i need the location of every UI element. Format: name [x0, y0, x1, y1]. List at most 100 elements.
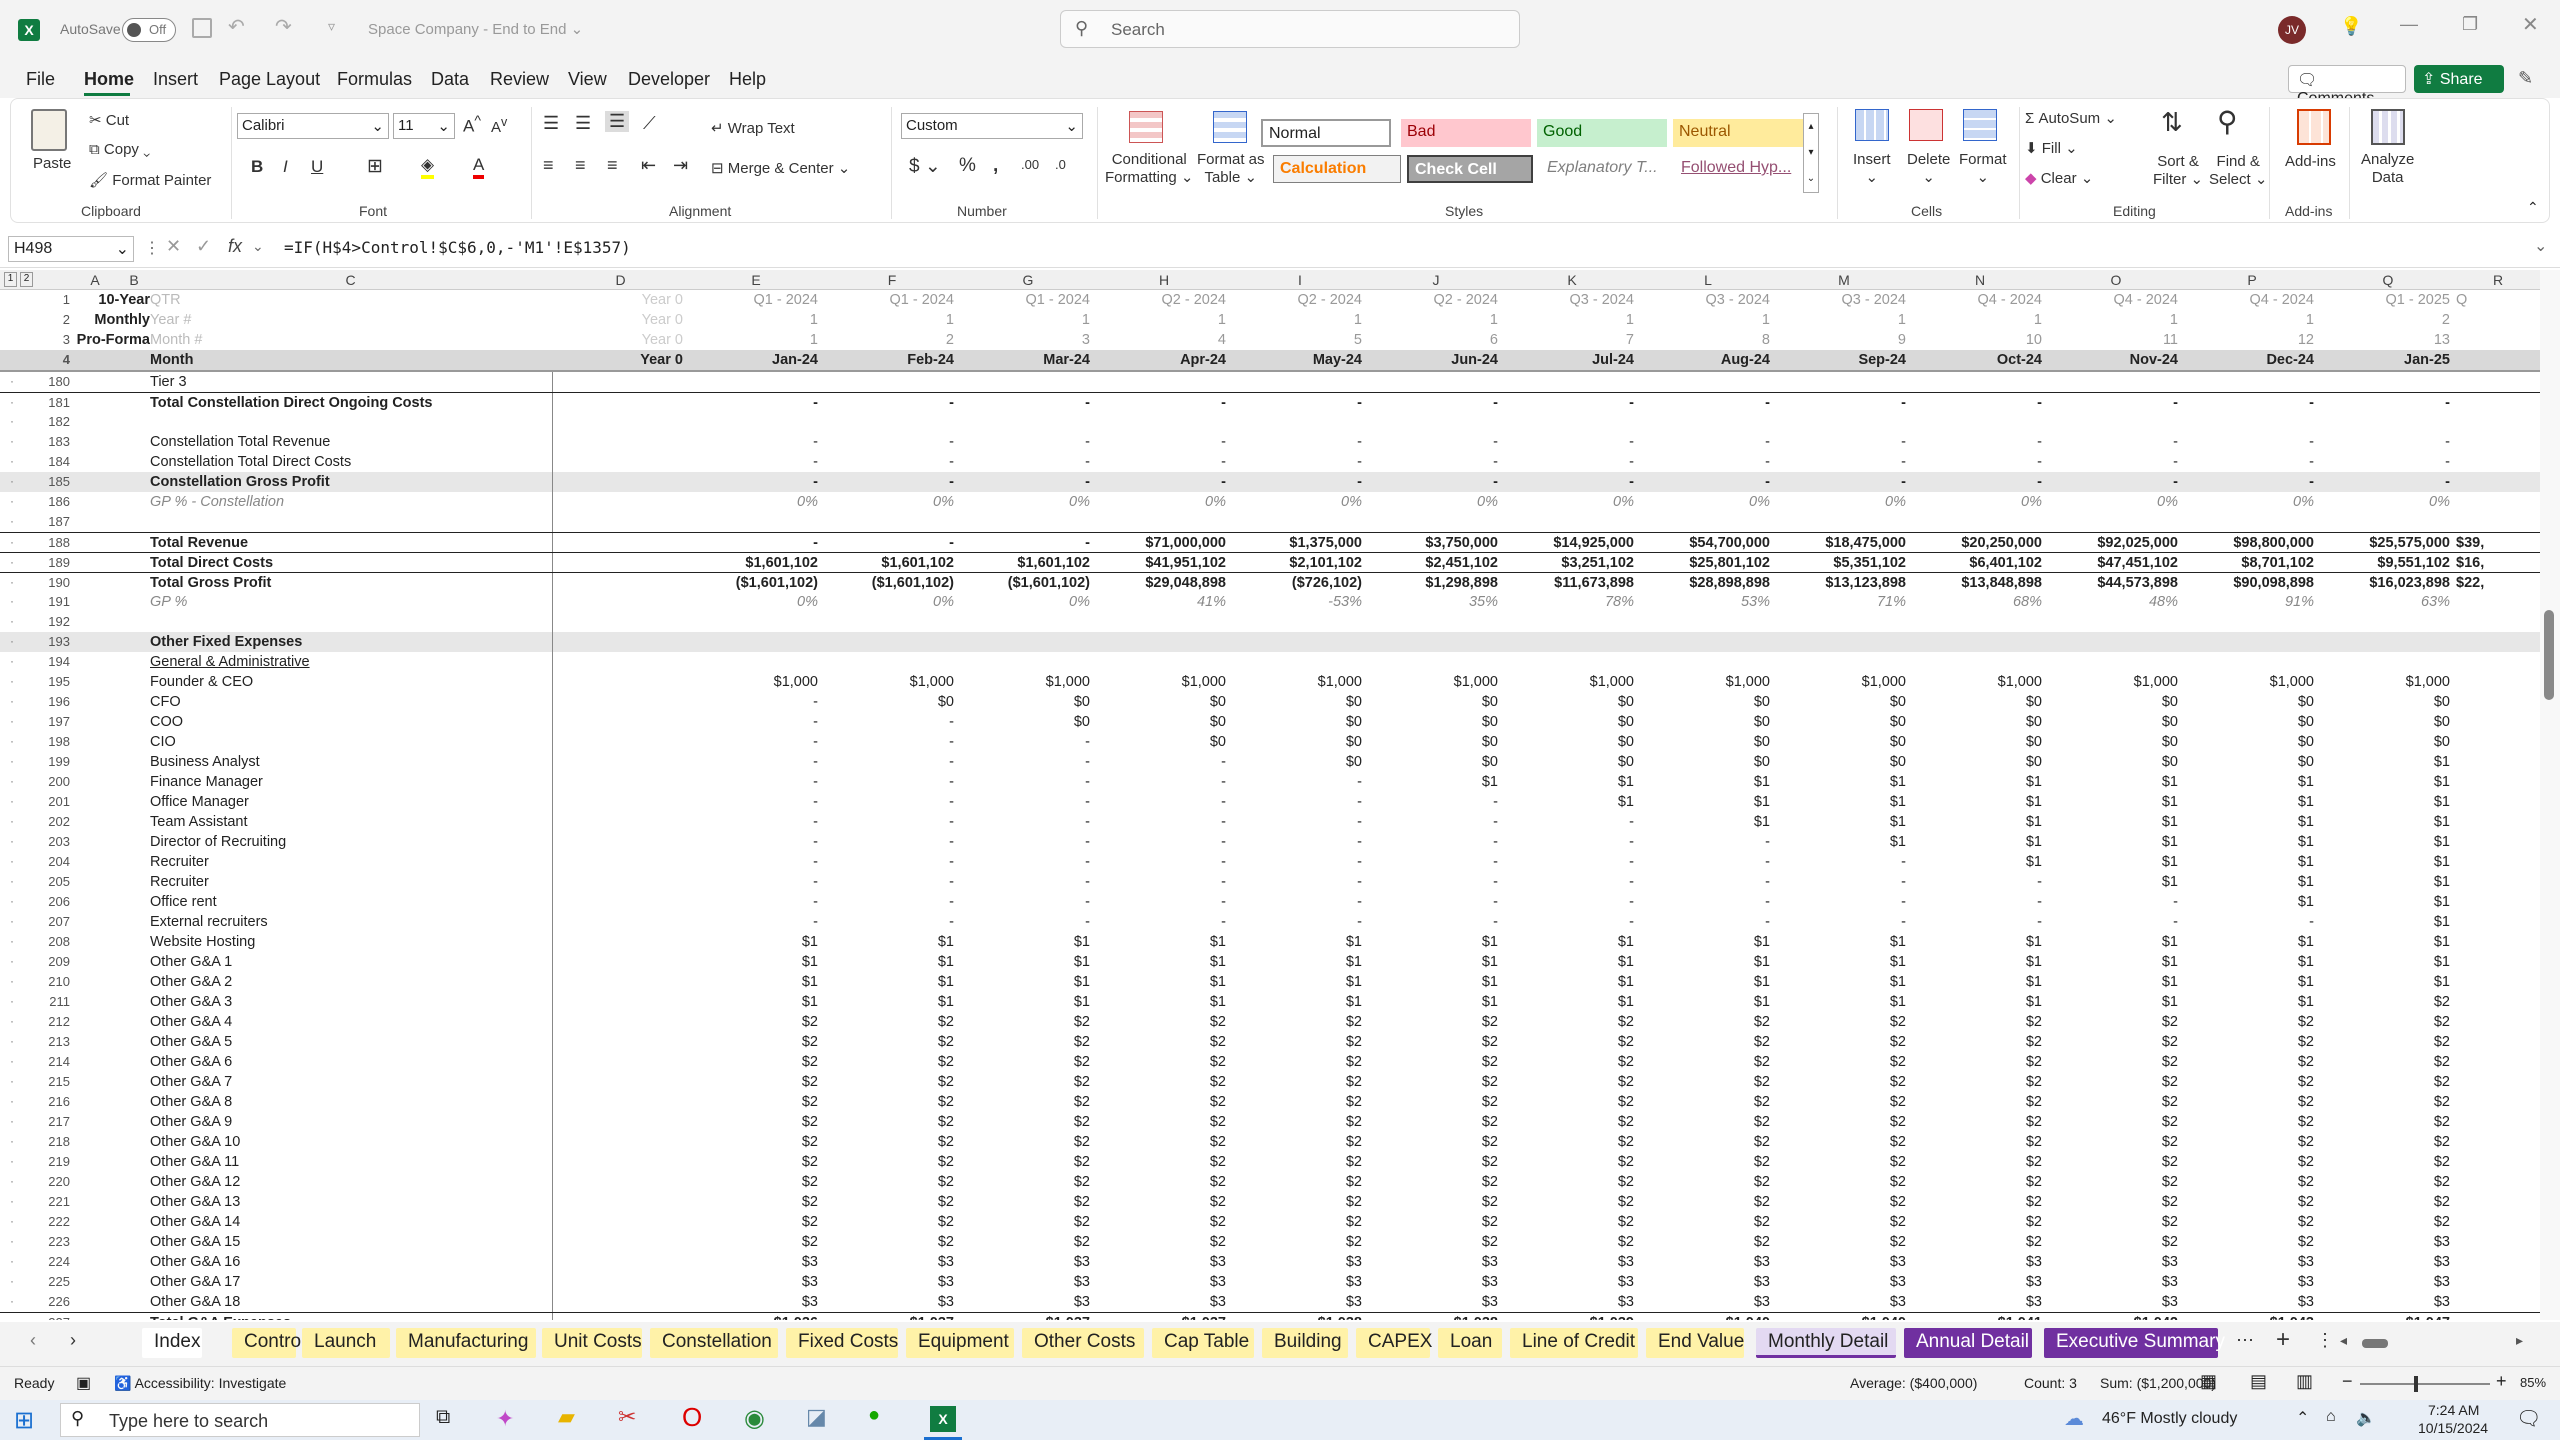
value-cell[interactable]: $1 [1096, 934, 1226, 950]
value-cell[interactable]: $1 [1232, 974, 1362, 990]
value-cell[interactable]: - [824, 854, 954, 870]
outline-marker[interactable]: · [10, 575, 14, 589]
value-cell[interactable]: 0% [688, 494, 818, 510]
value-cell[interactable]: - [1368, 874, 1498, 890]
value-cell[interactable]: - [2320, 395, 2450, 411]
value-cell[interactable]: $3 [1912, 1294, 2042, 1310]
value-cell[interactable]: - [1096, 814, 1226, 830]
row-label-cell[interactable]: Total Direct Costs [150, 555, 550, 571]
value-cell[interactable]: - [824, 874, 954, 890]
sheet-tab[interactable]: Control [232, 1328, 305, 1358]
row-number[interactable]: 213 [30, 1034, 70, 1049]
value-cell[interactable]: $2 [1504, 1214, 1634, 1230]
row-label-cell[interactable]: Other G&A 12 [150, 1174, 550, 1190]
value-cell[interactable]: $1 [2320, 774, 2450, 790]
value-cell[interactable]: - [824, 535, 954, 551]
value-cell[interactable]: $2 [1096, 1074, 1226, 1090]
row-label-cell[interactable]: Other G&A 16 [150, 1254, 550, 1270]
outline-marker[interactable]: · [10, 1074, 14, 1088]
row-label-cell[interactable]: Constellation Gross Profit [150, 474, 550, 490]
value-cell[interactable]: - [1504, 474, 1634, 490]
row-number[interactable]: 180 [30, 374, 70, 389]
row-number[interactable]: 193 [30, 634, 70, 649]
row-label-cell[interactable]: Other G&A 4 [150, 1014, 550, 1030]
value-cell[interactable]: $1 [1640, 954, 1770, 970]
value-cell[interactable]: $3 [688, 1274, 818, 1290]
value-cell[interactable]: - [1504, 434, 1634, 450]
value-cell[interactable]: $1,000 [1912, 674, 2042, 690]
value-cell[interactable]: $2 [1232, 1174, 1362, 1190]
merge-center-button[interactable]: ⊟ Merge & Center ⌄ [711, 159, 850, 177]
header-value-cell[interactable]: 7 [1504, 332, 1634, 348]
value-cell[interactable]: - [1232, 894, 1362, 910]
header-value-cell[interactable]: 11 [2048, 332, 2178, 348]
value-cell[interactable]: $2 [2184, 1154, 2314, 1170]
value-cell[interactable]: $1 [1640, 934, 1770, 950]
value-cell[interactable]: $1 [1776, 834, 1906, 850]
insert-function-icon[interactable]: fx [228, 236, 242, 257]
shrink-font-icon[interactable]: Av [491, 115, 507, 136]
value-cell[interactable]: $1 [1368, 934, 1498, 950]
value-cell[interactable]: $3 [1368, 1274, 1498, 1290]
value-cell[interactable]: $0 [2184, 694, 2314, 710]
value-cell[interactable]: $2 [824, 1094, 954, 1110]
font-color-icon[interactable]: A [473, 155, 485, 179]
header-value-cell[interactable]: 13 [2320, 332, 2450, 348]
scroll-thumb[interactable] [2544, 610, 2554, 700]
value-cell[interactable]: $2 [688, 1214, 818, 1230]
value-cell[interactable]: $1 [1368, 954, 1498, 970]
value-cell[interactable]: $1 [2048, 854, 2178, 870]
value-cell[interactable]: - [1368, 914, 1498, 930]
column-header-j[interactable]: J [1368, 272, 1504, 292]
header-value-cell[interactable]: Aug-24 [1640, 352, 1770, 368]
value-cell[interactable]: $1,036 [688, 1315, 818, 1320]
value-cell[interactable]: $2 [688, 1234, 818, 1250]
value-cell[interactable]: $2 [2048, 1234, 2178, 1250]
value-cell[interactable]: $1 [1776, 954, 1906, 970]
value-cell[interactable]: $2 [1096, 1034, 1226, 1050]
value-cell[interactable]: - [1504, 395, 1634, 411]
sheet-tab[interactable]: Index [142, 1328, 202, 1358]
sheet-tab[interactable]: Launch [302, 1328, 390, 1358]
outline-marker[interactable]: · [10, 834, 14, 848]
value-cell[interactable]: $2 [824, 1014, 954, 1030]
value-cell[interactable]: $2 [960, 1154, 1090, 1170]
taskbar-search[interactable]: ⚲ Type here to search [60, 1403, 420, 1437]
value-cell[interactable]: $2 [2048, 1154, 2178, 1170]
header-value-cell[interactable]: Q3 - 2024 [1640, 292, 1771, 308]
value-cell[interactable]: $1 [960, 994, 1090, 1010]
normal-view-icon[interactable]: ▦ [2200, 1371, 2217, 1392]
value-cell[interactable]: $1 [2184, 974, 2314, 990]
value-cell[interactable]: $1 [1640, 814, 1770, 830]
value-cell[interactable]: - [2048, 434, 2178, 450]
value-cell[interactable]: $13,123,898 [1776, 575, 1906, 591]
value-cell[interactable]: $2 [2320, 994, 2450, 1010]
currency-icon[interactable]: $ ⌄ [909, 155, 941, 178]
align-top-icon[interactable]: ☰ [543, 113, 559, 134]
menu-help[interactable]: Help [729, 69, 766, 90]
grow-font-icon[interactable]: A^ [463, 113, 481, 137]
value-cell[interactable]: $1 [2184, 994, 2314, 1010]
row-number[interactable]: 207 [30, 914, 70, 929]
sheet-tab[interactable]: Building [1262, 1328, 1348, 1358]
value-cell[interactable]: $3 [1776, 1254, 1906, 1270]
row-label-cell[interactable]: Recruiter [150, 854, 550, 870]
bold-button[interactable]: B [251, 157, 263, 177]
prev-sheet-icon[interactable]: ‹ [30, 1330, 36, 1351]
header-value-cell[interactable]: Jun-24 [1368, 352, 1498, 368]
header-value-cell[interactable]: Jan-24 [688, 352, 818, 368]
value-cell[interactable]: $3 [1912, 1254, 2042, 1270]
outline-marker[interactable]: · [10, 1274, 14, 1288]
format-painter-button[interactable]: 🖌 Format Painter [89, 171, 211, 189]
value-cell[interactable]: 41% [1096, 594, 1226, 610]
next-sheet-icon[interactable]: › [70, 1330, 76, 1351]
row-label-cell[interactable]: External recruiters [150, 914, 550, 930]
value-cell[interactable]: $2 [1640, 1114, 1770, 1130]
value-cell[interactable]: $2 [1368, 1034, 1498, 1050]
value-cell[interactable]: $0 [1912, 694, 2042, 710]
date-display[interactable]: 10/15/2024 [2418, 1420, 2488, 1436]
header-value-cell[interactable]: Jan-25 [2320, 352, 2450, 368]
row-number[interactable]: 194 [30, 654, 70, 669]
value-cell[interactable]: - [2184, 434, 2314, 450]
value-cell[interactable]: $2 [960, 1194, 1090, 1210]
